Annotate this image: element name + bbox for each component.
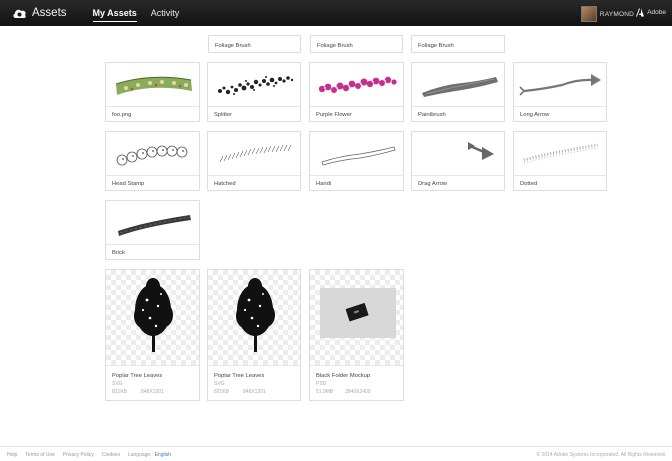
asset-title: Foliage Brush	[317, 43, 353, 49]
asset-title: Black Folder Mockup	[316, 373, 371, 379]
purple-flower-brush-icon	[318, 76, 397, 93]
splitter-brush-icon	[218, 76, 294, 95]
long-arrow-brush-icon	[519, 74, 601, 96]
asset-type: PSD	[316, 381, 327, 387]
brush-card-handi[interactable]: Handi	[309, 131, 404, 191]
brush-card-dotted[interactable]: Dotted	[513, 131, 607, 191]
user-menu[interactable]: RAYMOND	[580, 6, 634, 22]
footer-language-select[interactable]: English	[155, 452, 171, 458]
handi-brush-icon	[321, 146, 396, 166]
assets-logo[interactable]: Assets	[12, 7, 67, 20]
asset-title: Poplar Tree Leaves	[214, 373, 265, 379]
asset-title: Poplar Tree Leaves	[112, 373, 163, 379]
brush-title: Dotted	[520, 181, 538, 187]
brush-card-drag-arrow[interactable]: Drag Arrow	[411, 131, 505, 191]
tab-my-assets[interactable]: My Assets	[92, 0, 137, 26]
asset-dimensions: 848X1201	[243, 389, 266, 395]
brush-title: foo.png	[112, 112, 132, 118]
asset-type: SVG	[214, 381, 225, 387]
dotted-brush-icon	[523, 143, 599, 164]
hatched-brush-icon	[219, 144, 292, 163]
asset-card-foliage-brush-1[interactable]: Foliage Brush	[208, 35, 301, 53]
brush-title: Long Arrow	[520, 112, 550, 118]
adobe-logo-icon	[636, 8, 645, 17]
tab-activity[interactable]: Activity	[151, 0, 180, 26]
asset-card-foliage-brush-3[interactable]: Foliage Brush	[411, 35, 505, 53]
adobe-link[interactable]: Adobe	[635, 7, 666, 18]
asset-card-poplar-tree-2[interactable]: Poplar Tree Leaves SVG 821KB 848X1201	[207, 269, 301, 401]
avatar	[580, 6, 597, 22]
asset-size: 821KB	[112, 389, 128, 395]
footer-link-cookies[interactable]: Cookies	[102, 452, 120, 458]
brush-card-paintbrush[interactable]: Paintbrush	[411, 62, 505, 122]
creative-cloud-icon	[13, 9, 26, 18]
asset-title: Foliage Brush	[418, 43, 454, 49]
asset-title: Foliage Brush	[215, 43, 251, 49]
footer-links: Help Terms of Use Privacy Policy Cookies…	[7, 452, 179, 458]
footer-language-label: Language:	[127, 452, 152, 458]
brush-card-brick[interactable]: Brick	[105, 200, 200, 260]
footer-link-help[interactable]: Help	[7, 452, 17, 458]
asset-card-foliage-brush-2[interactable]: Foliage Brush	[310, 35, 403, 53]
foo-png-brush-icon	[115, 76, 192, 95]
brush-title: Drag Arrow	[418, 181, 447, 187]
app-title: Assets	[32, 7, 67, 19]
asset-size: 821KB	[214, 389, 230, 395]
brush-title: Handi	[316, 181, 332, 187]
tree-icon	[134, 278, 173, 352]
footer-copyright: © 2014 Adobe Systems Incorporated. All R…	[536, 452, 666, 458]
user-name: RAYMOND	[599, 10, 634, 18]
brush-title: Head Stamp	[112, 181, 145, 187]
drag-arrow-brush-icon	[468, 142, 494, 160]
top-bar: Assets My Assets Activity RAYMOND Adobe	[0, 0, 672, 26]
footer-link-privacy[interactable]: Privacy Policy	[63, 452, 94, 458]
folder-mockup-image	[320, 288, 396, 338]
brush-title: Purple Flower	[316, 112, 352, 118]
asset-size: 51.9MB	[316, 389, 334, 395]
brush-card-head-stamp[interactable]: Head Stamp	[105, 131, 200, 191]
paintbrush-brush-icon	[422, 77, 498, 97]
brush-card-foo-png[interactable]: foo.png	[105, 62, 200, 122]
brush-card-hatched[interactable]: Hatched	[207, 131, 301, 191]
asset-dimensions: 848X1201	[141, 389, 164, 395]
brush-title: Brick	[112, 250, 125, 256]
brick-brush-icon	[118, 215, 191, 236]
footer-link-terms[interactable]: Terms of Use	[25, 452, 54, 458]
brush-title: Hatched	[214, 181, 236, 187]
asset-type: SVG	[112, 381, 123, 387]
adobe-label: Adobe	[647, 9, 666, 16]
tree-icon	[236, 278, 275, 352]
asset-card-poplar-tree-1[interactable]: Poplar Tree Leaves SVG 821KB 848X1201	[105, 269, 200, 401]
head-stamp-brush-icon	[116, 145, 188, 166]
brush-card-splitter[interactable]: Splitter	[207, 62, 301, 122]
asset-card-black-folder-mockup[interactable]: Black Folder Mockup PSD 51.9MB 3840X2400	[309, 269, 404, 401]
asset-dimensions: 3840X2400	[345, 389, 371, 395]
footer-divider	[0, 446, 672, 447]
brush-card-purple-flower[interactable]: Purple Flower	[309, 62, 404, 122]
brush-title: Paintbrush	[418, 112, 446, 118]
brush-card-long-arrow[interactable]: Long Arrow	[513, 62, 607, 122]
brush-title: Splitter	[214, 112, 233, 118]
